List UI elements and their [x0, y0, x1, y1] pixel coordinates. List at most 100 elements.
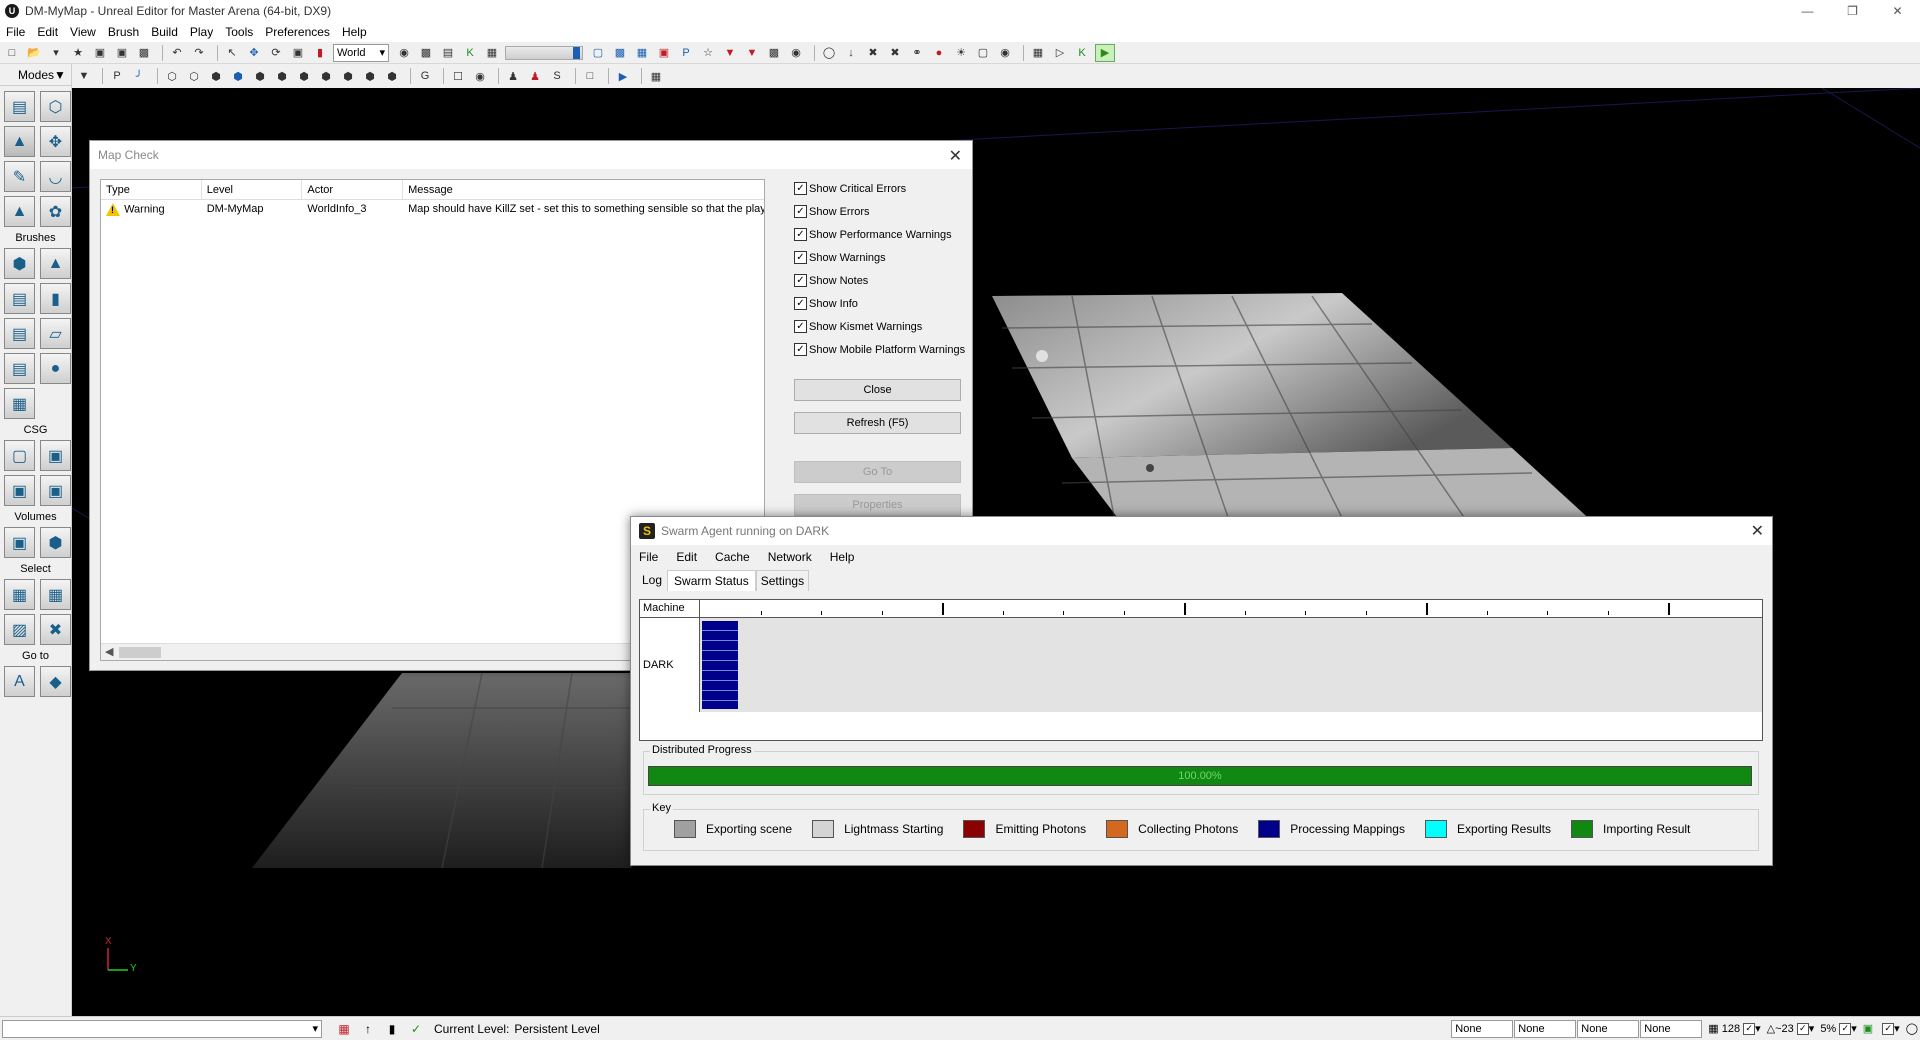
undo-icon[interactable]: ↶: [168, 44, 186, 62]
column-header-type[interactable]: Type: [101, 180, 202, 199]
swarm-menu-file[interactable]: File: [639, 550, 658, 564]
linear-stair-brush-button[interactable]: ▤: [4, 318, 35, 349]
modes-dropdown-icon[interactable]: ▼: [54, 68, 66, 82]
coordinate-system-select[interactable]: World ▾: [333, 43, 389, 62]
translate-tool-icon[interactable]: ✥: [245, 44, 263, 62]
menu-build[interactable]: Build: [145, 22, 184, 42]
drop-alt-icon[interactable]: ▼: [743, 44, 761, 62]
csg-deintersect-button[interactable]: ▣: [40, 475, 71, 506]
scale-snap-checkbox[interactable]: ✓: [1839, 1022, 1852, 1035]
grid-icon[interactable]: ▩: [765, 44, 783, 62]
grid-size[interactable]: ▦ 128 ✓ ▾: [1708, 1022, 1761, 1035]
goto-actor-button[interactable]: A: [4, 666, 35, 697]
cylinder-brush-button[interactable]: ▮: [40, 283, 71, 314]
column-header-actor[interactable]: Actor: [302, 180, 404, 199]
cone-brush-button[interactable]: ▲: [40, 248, 71, 279]
rotation-snap-checkbox[interactable]: ✓: [1796, 1022, 1809, 1035]
slider-thumb[interactable]: [573, 46, 580, 59]
scrollbar-thumb[interactable]: [119, 647, 161, 658]
play-button[interactable]: ▶: [1095, 43, 1115, 62]
scale-snap[interactable]: 5% ✓ ▾: [1820, 1022, 1857, 1035]
open-map-icon[interactable]: 📂: [25, 44, 43, 62]
refresh-button[interactable]: Refresh (F5): [794, 412, 961, 434]
misc-snap[interactable]: ✓ ▾: [1879, 1022, 1900, 1035]
redo-icon[interactable]: ↷: [190, 44, 208, 62]
light-icon[interactable]: ☀: [952, 44, 970, 62]
link-icon[interactable]: ⚭: [908, 44, 926, 62]
path-icon[interactable]: P: [677, 44, 695, 62]
current-level-icon[interactable]: ✓: [406, 1020, 426, 1038]
tab-log[interactable]: Log: [637, 569, 667, 591]
swarm-menu-edit[interactable]: Edit: [676, 550, 697, 564]
perspective-icon[interactable]: P: [108, 67, 126, 85]
move-mode-button[interactable]: ✥: [40, 126, 71, 157]
save-all-icon[interactable]: ▩: [135, 44, 153, 62]
wireframe-icon[interactable]: ⬡: [163, 67, 181, 85]
menu-help[interactable]: Help: [336, 22, 373, 42]
csg-subtract-button[interactable]: ▣: [40, 440, 71, 471]
shader-complexity-icon[interactable]: ⬢: [339, 67, 357, 85]
select-all-button[interactable]: ▦: [40, 579, 71, 610]
checkbox-checked-icon[interactable]: ✓: [794, 205, 807, 218]
grid-snap-checkbox[interactable]: ✓: [1743, 1022, 1756, 1035]
menu-preferences[interactable]: Preferences: [259, 22, 336, 42]
lightmap-density-icon[interactable]: ⬢: [361, 67, 379, 85]
add-volume-button[interactable]: ▣: [4, 527, 35, 558]
close-icon[interactable]: ✕: [949, 146, 962, 166]
star-icon[interactable]: ☆: [699, 44, 717, 62]
checkbox-checked-icon[interactable]: ✓: [794, 297, 807, 310]
menu-brush[interactable]: Brush: [102, 22, 145, 42]
texture-align-button[interactable]: ✎: [4, 161, 35, 192]
build-geometry-icon[interactable]: ▢: [589, 44, 607, 62]
spiral-stair-brush-button[interactable]: ▤: [4, 353, 35, 384]
nonuniform-scale-icon[interactable]: ▮: [311, 44, 329, 62]
select-invert-button[interactable]: ▨: [4, 614, 35, 645]
menu-edit[interactable]: Edit: [31, 22, 64, 42]
shield-icon[interactable]: ◯: [820, 44, 838, 62]
list-item[interactable]: ! Warning DM-MyMap WorldInfo_3 Map shoul…: [101, 200, 764, 220]
lit-icon[interactable]: ⬢: [229, 67, 247, 85]
light-complexity-icon[interactable]: ⬢: [295, 67, 313, 85]
mesh-paint-button[interactable]: ◡: [40, 161, 71, 192]
camera-mode-button[interactable]: ▤: [4, 91, 35, 122]
matinee-icon[interactable]: ▩: [417, 44, 435, 62]
checkbox-checked-icon[interactable]: ✓: [794, 320, 807, 333]
monitor-icon[interactable]: ▢: [974, 44, 992, 62]
tab-settings[interactable]: Settings: [755, 570, 810, 591]
scale-tool-icon[interactable]: ▣: [289, 44, 307, 62]
texture-density-icon[interactable]: ⬢: [317, 67, 335, 85]
open-dropdown-icon[interactable]: ▾: [47, 44, 65, 62]
chevron-down-icon[interactable]: ▾: [1755, 1022, 1761, 1035]
filter-notes[interactable]: ✓ Show Notes: [794, 269, 969, 292]
collapse-icon[interactable]: ✖: [864, 44, 882, 62]
viewport-options-icon[interactable]: ▼: [75, 67, 93, 85]
command-combo[interactable]: ▾: [2, 1019, 322, 1038]
deselect-button[interactable]: ✖: [40, 614, 71, 645]
game-view-icon[interactable]: G: [416, 67, 434, 85]
checkbox-checked-icon[interactable]: ✓: [794, 274, 807, 287]
rotation-snap[interactable]: △ ~23 ✓ ▾: [1767, 1022, 1814, 1035]
build-lighting-icon[interactable]: ▩: [611, 44, 629, 62]
level-grid-icon[interactable]: ▮: [382, 1020, 402, 1038]
tab-swarm-status[interactable]: Swarm Status: [667, 570, 756, 591]
floating-viewport-icon[interactable]: ▦: [647, 67, 665, 85]
chevron-down-icon[interactable]: ▾: [1851, 1022, 1857, 1035]
checkbox-checked-icon[interactable]: ✓: [794, 228, 807, 241]
detail-lighting-icon[interactable]: ⬢: [251, 67, 269, 85]
vertex-snap-icon[interactable]: ◯: [1906, 1022, 1918, 1035]
foliage-mode-button[interactable]: ✿: [40, 196, 71, 227]
camera-speed-slider[interactable]: [505, 45, 583, 60]
build-cover-icon[interactable]: ▣: [655, 44, 673, 62]
swarm-menu-network[interactable]: Network: [768, 550, 812, 564]
play-on-pc-icon[interactable]: ♟: [526, 67, 544, 85]
lighting-channels-icon[interactable]: ⬢: [383, 67, 401, 85]
sound-icon[interactable]: ◉: [996, 44, 1014, 62]
lock-icon[interactable]: ☐: [449, 67, 467, 85]
browser-icon[interactable]: ▤: [439, 44, 457, 62]
select-tool-icon[interactable]: ↖: [223, 44, 241, 62]
pin-icon[interactable]: ↓: [842, 44, 860, 62]
filter-mobile-platform-warnings[interactable]: ✓ Show Mobile Platform Warnings: [794, 338, 969, 361]
goto-button[interactable]: Go To: [794, 461, 961, 483]
maximize-viewport-icon[interactable]: □: [581, 67, 599, 85]
menu-tools[interactable]: Tools: [219, 22, 259, 42]
